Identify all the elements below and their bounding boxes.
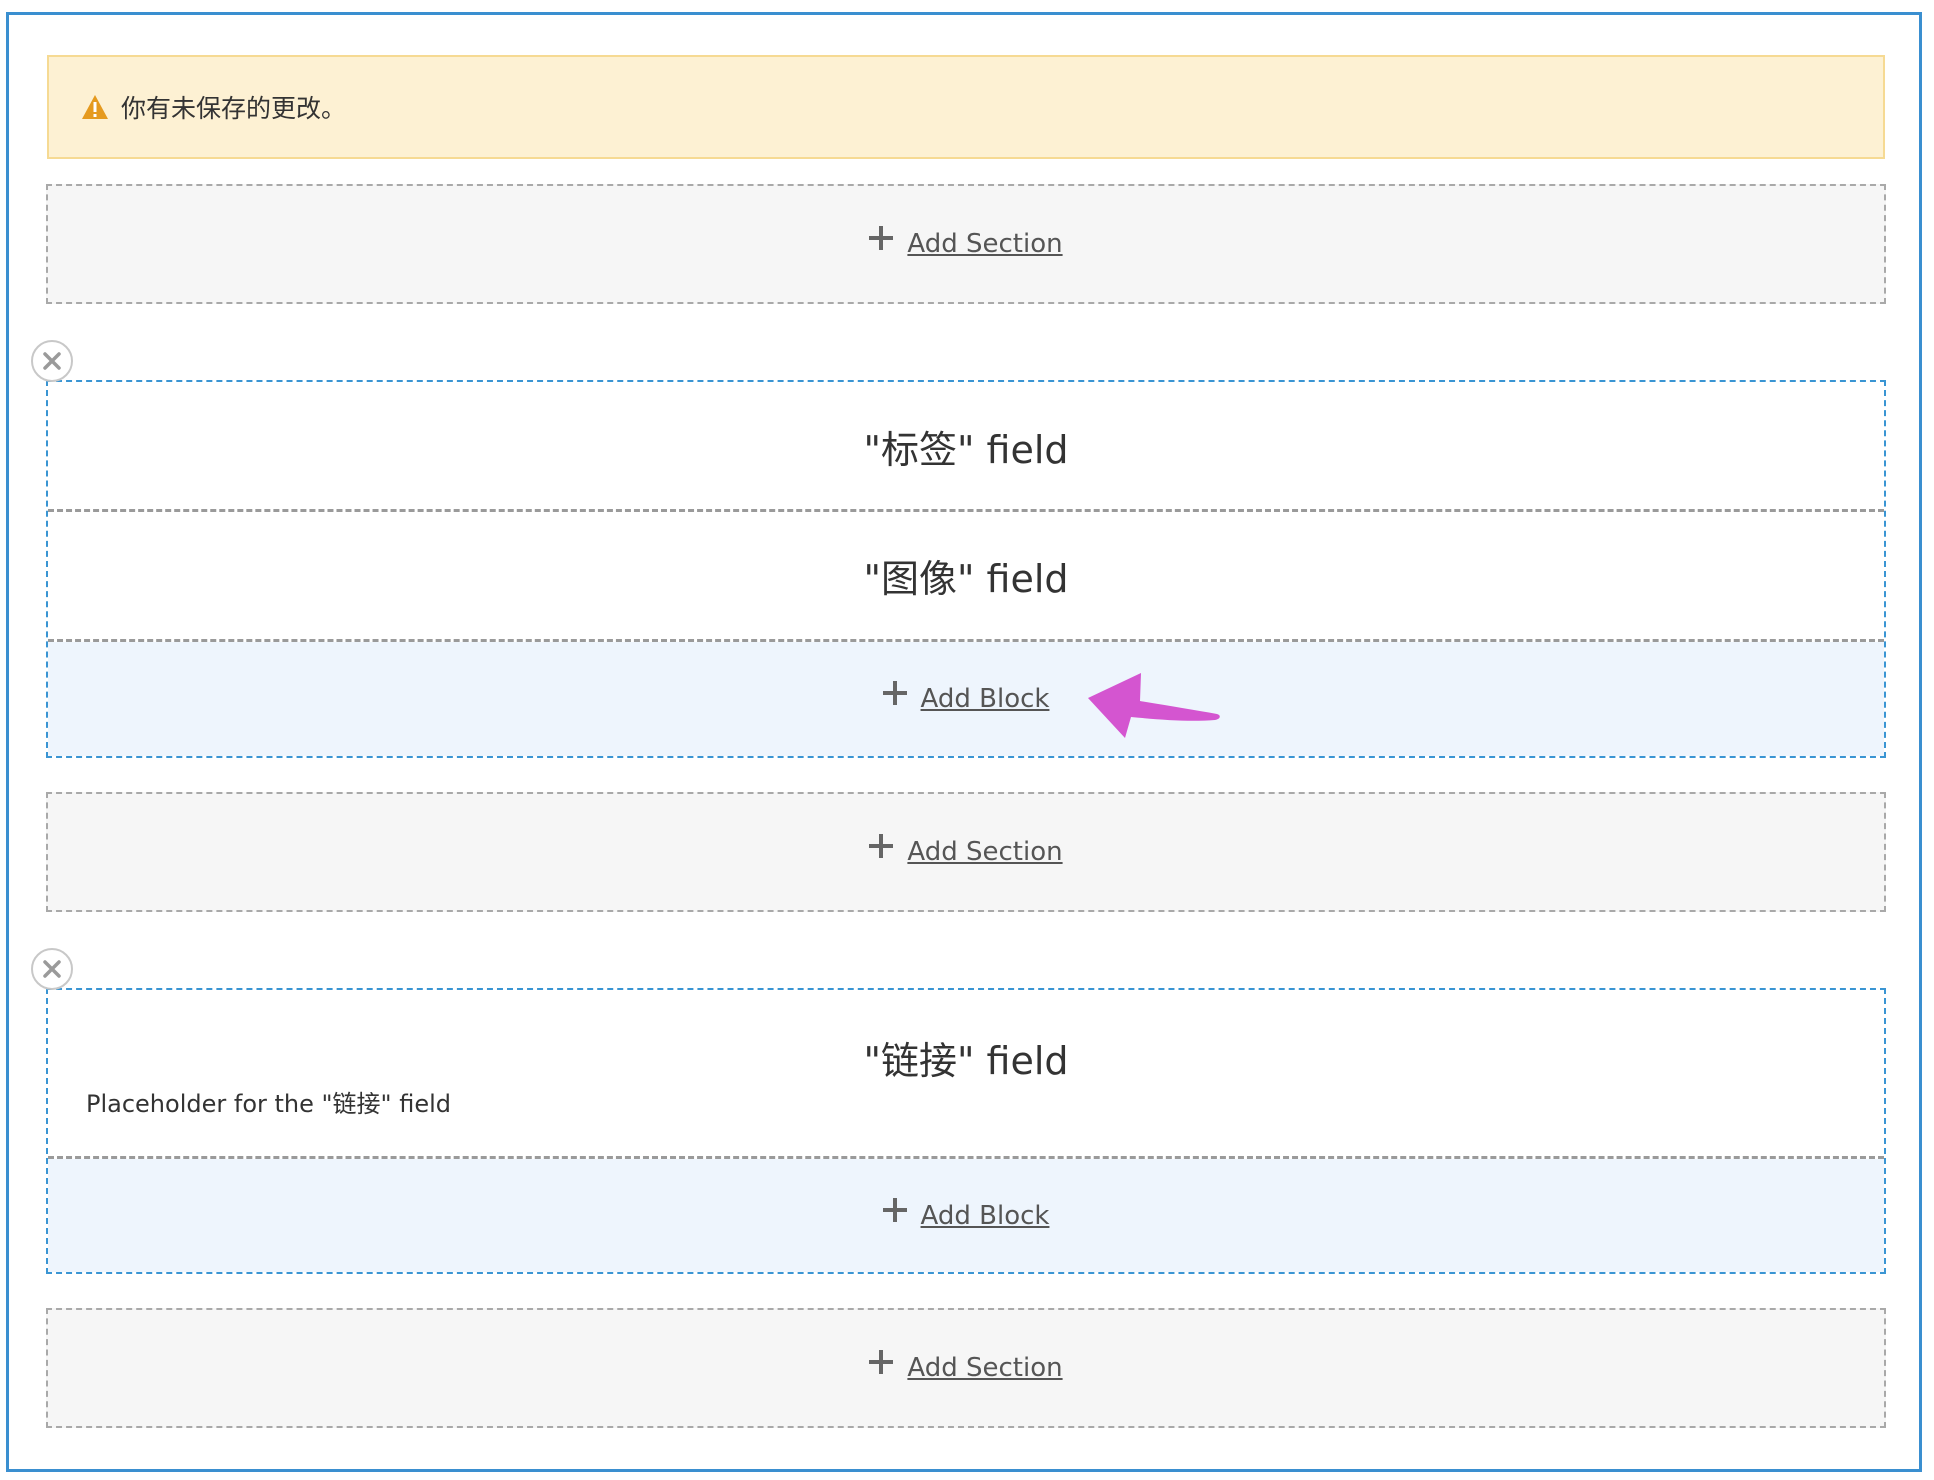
plus-icon xyxy=(869,834,894,858)
field-block-title: "图像" field xyxy=(863,557,1069,601)
add-block-area-1: Add Block xyxy=(48,642,1884,756)
unsaved-changes-warning: 你有未保存的更改。 xyxy=(47,55,1885,159)
add-section-link[interactable]: Add Section xyxy=(907,229,1062,259)
warning-triangle-icon xyxy=(81,94,109,120)
add-section-area-3: Add Section xyxy=(46,1308,1886,1428)
add-block-button-2[interactable]: Add Block xyxy=(882,1197,1050,1231)
remove-section-button-2[interactable] xyxy=(31,948,73,990)
field-block-image[interactable]: "图像" field xyxy=(48,512,1884,639)
layout-section-2: "链接" field Placeholder for the "链接" fiel… xyxy=(46,988,1886,1274)
add-block-link[interactable]: Add Block xyxy=(921,684,1050,714)
field-block-title: "链接" field xyxy=(863,1039,1069,1083)
layout-section-1: "标签" field "图像" field Add Block xyxy=(46,380,1886,758)
add-section-link[interactable]: Add Section xyxy=(907,837,1062,867)
add-section-link[interactable]: Add Section xyxy=(907,1353,1062,1383)
warning-message: 你有未保存的更改。 xyxy=(121,94,347,123)
field-placeholder-text: Placeholder for the "链接" field xyxy=(86,1090,452,1118)
add-section-button-1[interactable]: Add Section xyxy=(869,226,1063,259)
close-circle-icon xyxy=(43,352,61,370)
add-block-area-2: Add Block xyxy=(48,1159,1884,1272)
add-block-button-1[interactable]: Add Block xyxy=(882,681,1050,714)
plus-icon xyxy=(882,681,907,705)
plus-icon xyxy=(869,1350,894,1374)
field-block-link[interactable]: "链接" field Placeholder for the "链接" fiel… xyxy=(48,990,1884,1157)
plus-icon xyxy=(882,1197,907,1222)
remove-section-button-1[interactable] xyxy=(31,340,73,382)
plus-icon xyxy=(869,226,894,250)
add-section-area-2: Add Section xyxy=(46,792,1886,912)
field-block-title: "标签" field xyxy=(863,427,1069,472)
close-circle-icon xyxy=(43,960,61,978)
add-section-button-3[interactable]: Add Section xyxy=(869,1350,1063,1383)
add-section-area-1: Add Section xyxy=(46,184,1886,304)
annotation-arrow-icon xyxy=(1088,673,1220,738)
field-block-label[interactable]: "标签" field xyxy=(48,382,1884,510)
add-section-button-2[interactable]: Add Section xyxy=(869,834,1063,867)
add-block-link[interactable]: Add Block xyxy=(921,1201,1050,1231)
